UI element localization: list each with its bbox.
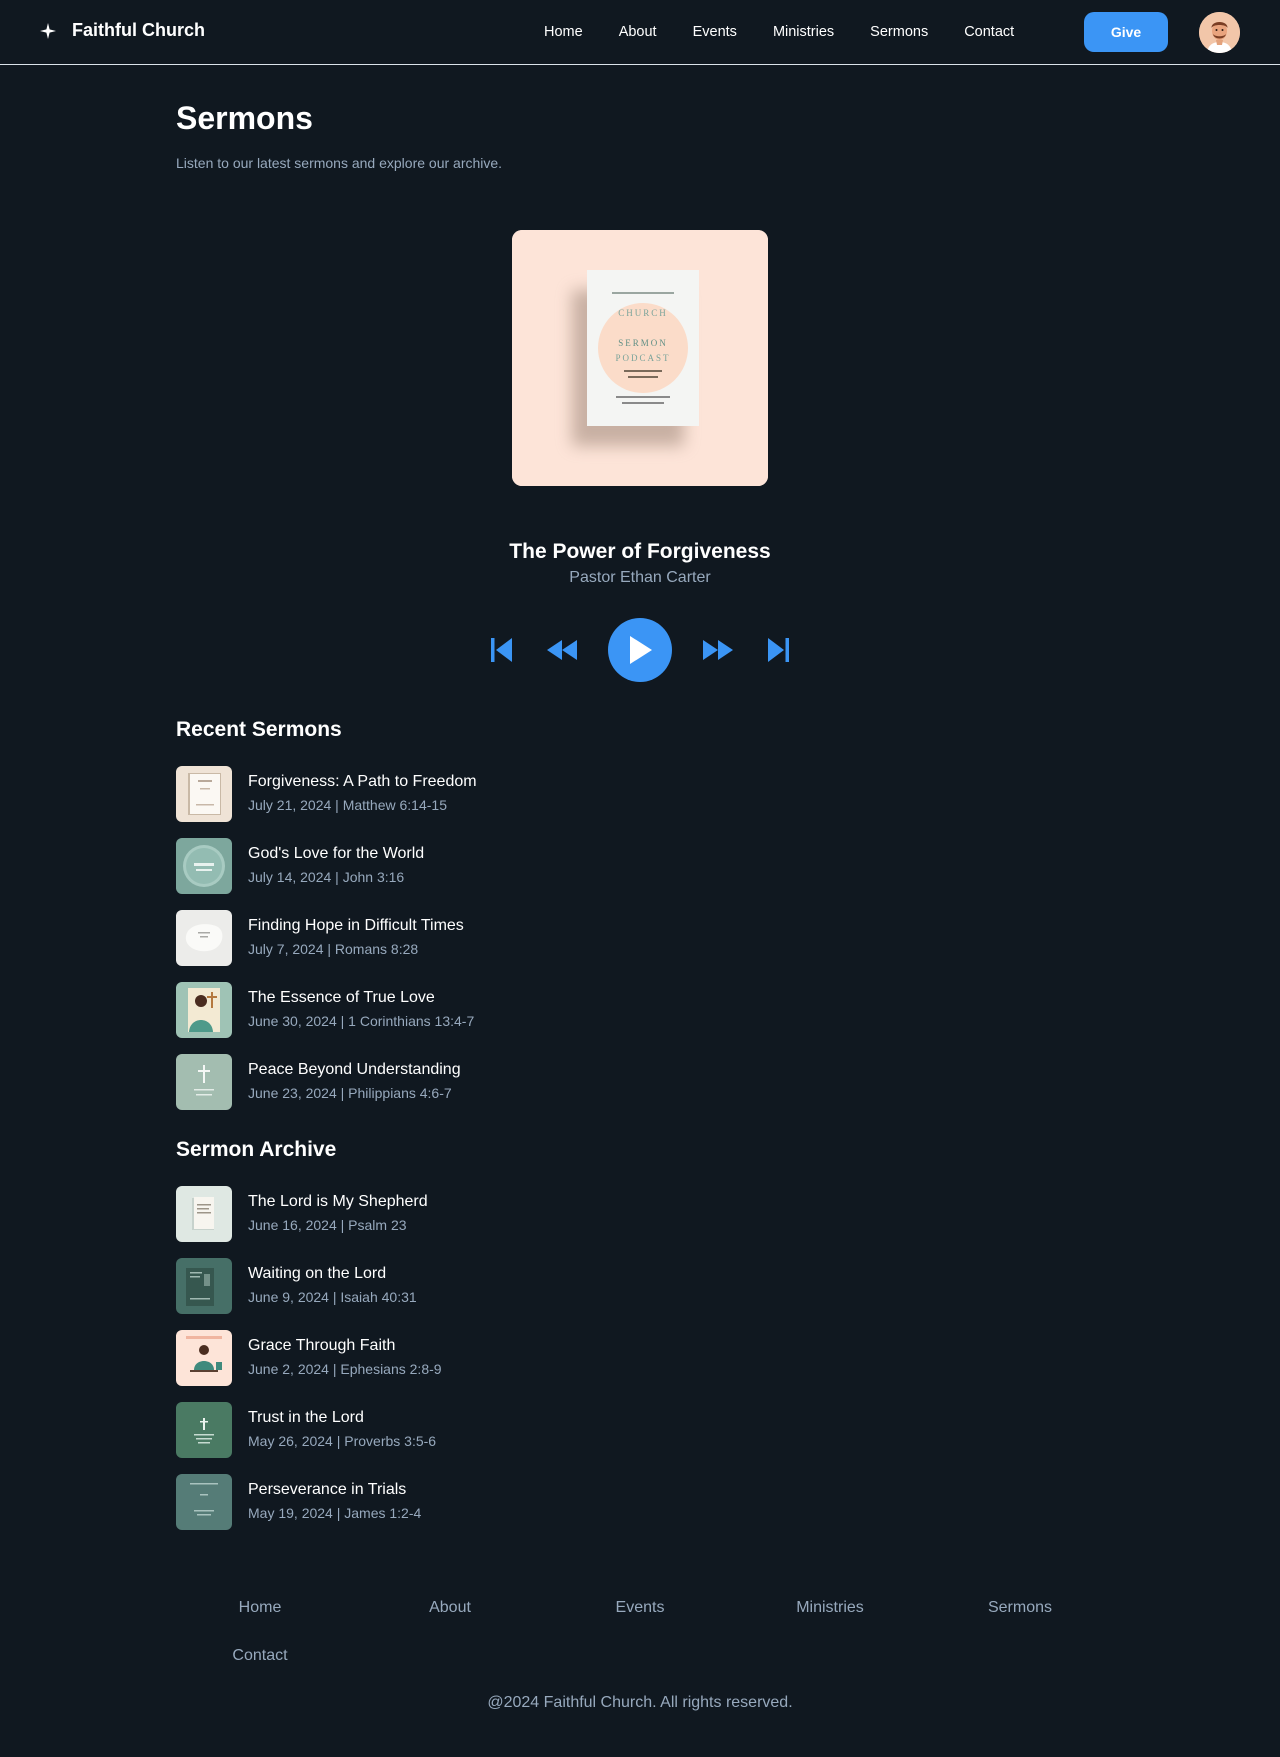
footer-link-about[interactable]: About [380, 1599, 520, 1617]
give-button[interactable]: Give [1084, 12, 1168, 52]
sermon-thumbnail [176, 1054, 232, 1110]
recent-sermon-item[interactable]: Peace Beyond Understanding June 23, 2024… [176, 1054, 736, 1110]
sermon-meta: July 21, 2024 | Matthew 6:14-15 [248, 797, 447, 813]
sermon-thumbnail [176, 1330, 232, 1386]
cover-line-1: CHURCH [618, 308, 668, 318]
sermon-meta: June 2, 2024 | Ephesians 2:8-9 [248, 1361, 442, 1377]
sermon-title: God's Love for the World [248, 845, 425, 862]
sermon-title: The Essence of True Love [248, 989, 435, 1006]
recent-sermon-item[interactable]: God's Love for the World July 14, 2024 |… [176, 838, 736, 894]
sermon-title: Trust in the Lord [248, 1409, 364, 1426]
sparkle-icon [40, 22, 56, 39]
sermon-title: Grace Through Faith [248, 1337, 396, 1354]
cover-line-3: PODCAST [615, 353, 670, 363]
brand[interactable]: Faithful Church [40, 20, 205, 41]
site-header: Faithful Church Home About Events Minist… [0, 0, 1280, 65]
sermon-thumbnail [176, 982, 232, 1038]
nav-events[interactable]: Events [693, 24, 737, 40]
footer-link-home[interactable]: Home [190, 1599, 330, 1617]
nav-contact[interactable]: Contact [964, 24, 1014, 40]
copyright-text: @2024 Faithful Church. All rights reserv… [487, 1694, 793, 1711]
page-title: Sermons [176, 100, 313, 136]
sermon-thumbnail [176, 1402, 232, 1458]
archive-sermon-item[interactable]: Grace Through Faith June 2, 2024 | Ephes… [176, 1330, 736, 1386]
brand-name: Faithful Church [72, 20, 205, 40]
archive-sermon-item[interactable]: Trust in the Lord May 26, 2024 | Proverb… [176, 1402, 736, 1458]
play-button[interactable] [608, 618, 672, 682]
nav-home[interactable]: Home [544, 24, 583, 40]
sermon-meta: June 23, 2024 | Philippians 4:6-7 [248, 1085, 452, 1101]
recent-sermon-item[interactable]: Forgiveness: A Path to Freedom July 21, … [176, 766, 736, 822]
archive-sermon-item[interactable]: Waiting on the Lord June 9, 2024 | Isaia… [176, 1258, 736, 1314]
footer-link-events[interactable]: Events [570, 1599, 710, 1617]
sermon-thumbnail [176, 838, 232, 894]
recent-sermon-item[interactable]: Finding Hope in Difficult Times July 7, … [176, 910, 736, 966]
player-controls [480, 618, 800, 682]
nav-sermons[interactable]: Sermons [870, 24, 928, 40]
sermon-title: The Lord is My Shepherd [248, 1193, 428, 1210]
footer-link-ministries[interactable]: Ministries [760, 1599, 900, 1617]
sermon-meta: May 19, 2024 | James 1:2-4 [248, 1505, 422, 1521]
nav-about[interactable]: About [619, 24, 657, 40]
sermon-meta: July 14, 2024 | John 3:16 [248, 869, 405, 885]
archive-sermon-item[interactable]: The Lord is My Shepherd June 16, 2024 | … [176, 1186, 736, 1242]
sermon-meta: June 30, 2024 | 1 Corinthians 13:4-7 [248, 1013, 475, 1029]
skip-previous-icon[interactable] [488, 636, 516, 664]
play-icon [630, 636, 652, 664]
now-playing-speaker: Pastor Ethan Carter [569, 569, 711, 586]
sermon-title: Perseverance in Trials [248, 1481, 407, 1498]
sermon-title: Forgiveness: A Path to Freedom [248, 773, 477, 790]
nav-ministries[interactable]: Ministries [773, 24, 834, 40]
rewind-icon[interactable] [546, 638, 578, 662]
main-nav: Home About Events Ministries Sermons Con… [544, 0, 1014, 64]
sermon-thumbnail [176, 1186, 232, 1242]
footer-link-contact[interactable]: Contact [190, 1647, 330, 1665]
recent-sermons-heading: Recent Sermons [176, 718, 342, 741]
sermon-meta: June 9, 2024 | Isaiah 40:31 [248, 1289, 417, 1305]
sermon-thumbnail [176, 910, 232, 966]
cover-line-2: SERMON [618, 338, 668, 348]
sermon-thumbnail [176, 1474, 232, 1530]
footer-link-sermons[interactable]: Sermons [950, 1599, 1090, 1617]
now-playing-cover: CHURCH SERMON PODCAST [512, 230, 768, 486]
recent-sermon-item[interactable]: The Essence of True Love June 30, 2024 |… [176, 982, 736, 1038]
avatar[interactable] [1199, 12, 1240, 53]
sermon-archive-heading: Sermon Archive [176, 1138, 337, 1161]
sermon-meta: May 26, 2024 | Proverbs 3:5-6 [248, 1433, 437, 1449]
now-playing-title: The Power of Forgiveness [509, 540, 771, 563]
sermon-title: Finding Hope in Difficult Times [248, 917, 464, 934]
archive-sermon-item[interactable]: Perseverance in Trials May 19, 2024 | Ja… [176, 1474, 736, 1530]
fast-forward-icon[interactable] [702, 638, 734, 662]
page-subtitle: Listen to our latest sermons and explore… [176, 155, 503, 171]
sermon-title: Waiting on the Lord [248, 1265, 387, 1282]
skip-next-icon[interactable] [764, 636, 792, 664]
sermon-title: Peace Beyond Understanding [248, 1061, 461, 1078]
sermon-thumbnail [176, 1258, 232, 1314]
sermon-thumbnail [176, 766, 232, 822]
sermon-meta: June 16, 2024 | Psalm 23 [248, 1217, 407, 1233]
sermon-meta: July 7, 2024 | Romans 8:28 [248, 941, 419, 957]
